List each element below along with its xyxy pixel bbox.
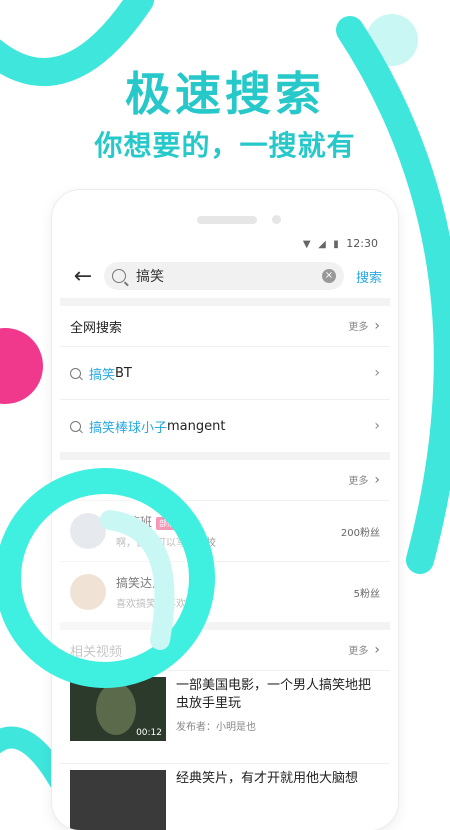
chevron-right-icon: › <box>374 365 380 381</box>
section-header: 全网搜索 更多 › <box>60 306 390 346</box>
search-button[interactable]: 搜索 <box>356 267 382 286</box>
more-link[interactable]: 更多 › <box>348 642 380 658</box>
video-title: 经典笑片，有才开就用他大脑想 <box>176 771 359 786</box>
search-icon <box>70 420 81 432</box>
video-publisher: 发布者：小明是也 <box>176 722 256 733</box>
headline: 极速搜索 <box>125 67 325 121</box>
wifi-icon: ▼ <box>302 239 311 250</box>
clear-icon[interactable]: × <box>321 269 336 283</box>
phone-speaker <box>197 216 257 224</box>
result-highlight: 搞笑棒球小子 <box>89 420 168 436</box>
pink-dot <box>0 328 43 404</box>
signal-icon: ◢ <box>318 239 326 250</box>
search-icon <box>70 367 81 379</box>
fans-count: 5粉丝 <box>353 588 380 600</box>
subheadline: 你想要的，一搜就有 <box>94 129 356 162</box>
result-highlight: 搞笑 <box>89 367 116 383</box>
search-result-row[interactable]: 搞笑 BT › <box>60 346 390 399</box>
search-result-row[interactable]: 搞笑棒球小子 mangent › <box>60 399 390 452</box>
more-link[interactable]: 更多 › <box>348 318 380 334</box>
search-icon <box>112 269 126 283</box>
chevron-right-icon: › <box>374 418 380 434</box>
magnifier-highlight-arc <box>100 510 175 650</box>
search-input[interactable] <box>134 267 322 285</box>
fans-count: 200粉丝 <box>340 527 380 539</box>
chevron-right-icon: › <box>374 472 380 488</box>
back-arrow-icon[interactable]: ← <box>68 264 98 289</box>
video-duration: 00:12 <box>136 728 162 738</box>
result-rest: mangent <box>167 418 226 434</box>
video-row[interactable]: 经典笑片，有才开就用他大脑想 <box>60 763 390 830</box>
status-time: 12:30 <box>346 237 378 250</box>
video-thumbnail <box>70 770 166 830</box>
search-bar: ← × 搜索 <box>60 254 390 298</box>
phone-camera <box>272 215 281 224</box>
web-search-section: 全网搜索 更多 › 搞笑 BT › 搞笑棒球小子 mangent › <box>60 306 390 452</box>
section-title: 全网搜索 <box>70 320 123 336</box>
status-bar: ▼ ◢ ▮ 12:30 <box>60 234 390 254</box>
chevron-right-icon: › <box>374 642 380 658</box>
chevron-right-icon: › <box>374 318 380 334</box>
result-rest: BT <box>115 365 132 381</box>
thumbnail-figure <box>96 683 136 735</box>
battery-icon: ▮ <box>333 239 339 250</box>
more-link[interactable]: 更多 › <box>348 472 380 488</box>
search-box[interactable]: × <box>104 262 344 290</box>
video-title: 一部美国电影，一个男人搞笑地把虫放手里玩 <box>176 678 372 711</box>
